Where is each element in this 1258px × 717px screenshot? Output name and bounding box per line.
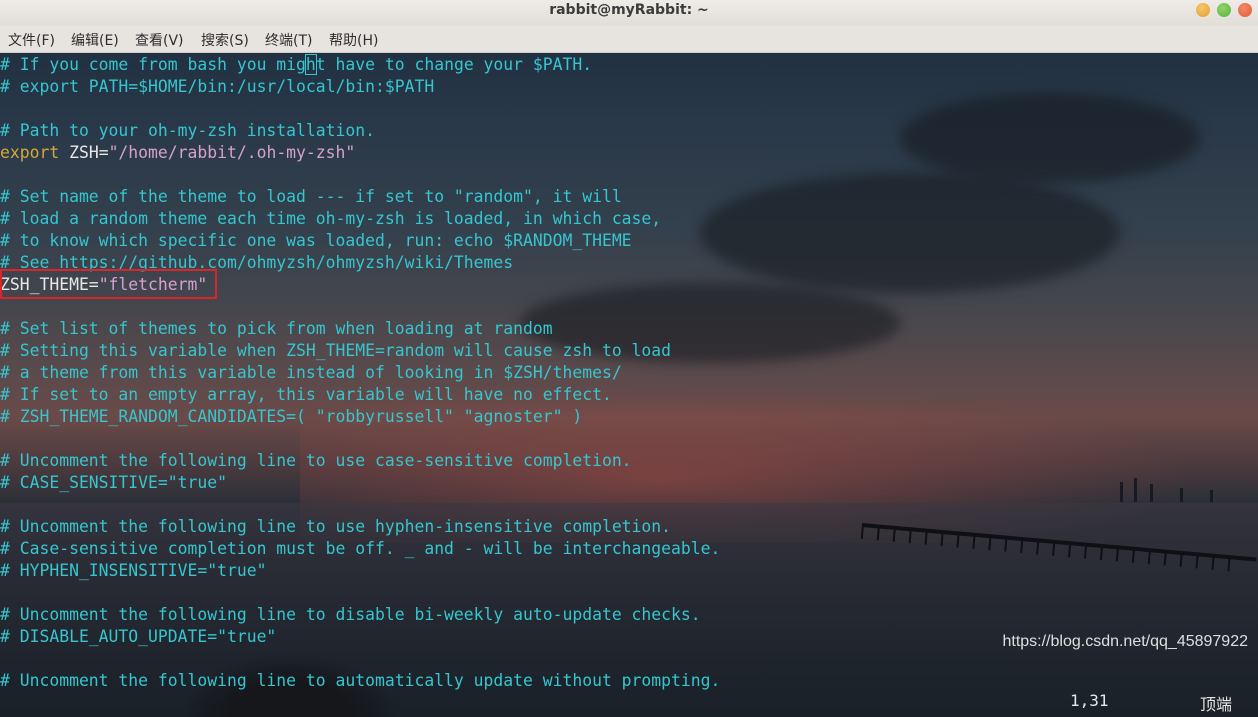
code-line: # Set name of the theme to load --- if s…	[0, 187, 622, 206]
code-line: # Uncomment the following line to automa…	[0, 671, 721, 690]
code-line: # If you come from bash you might have t…	[0, 54, 593, 75]
background-cranes	[1110, 478, 1258, 502]
code-editor[interactable]: # If you come from bash you might have t…	[0, 54, 720, 692]
terminal-area[interactable]: # If you come from bash you might have t…	[0, 53, 1258, 717]
menu-bar: 文件(F) 编辑(E) 查看(V) 搜索(S) 终端(T) 帮助(H)	[0, 26, 1258, 53]
background-cloud	[700, 173, 1120, 293]
code-line: # ZSH_THEME_RANDOM_CANDIDATES=( "robbyru…	[0, 407, 583, 426]
menu-file[interactable]: 文件(F)	[8, 30, 55, 50]
code-line: # Setting this variable when ZSH_THEME=r…	[0, 341, 672, 360]
variable-name: ZSH=	[59, 143, 109, 162]
export-keyword: export	[0, 143, 60, 162]
code-line: # Case-sensitive completion must be off.…	[0, 539, 721, 558]
code-line: # If set to an empty array, this variabl…	[0, 385, 612, 404]
code-line: # Path to your oh-my-zsh installation.	[0, 121, 375, 140]
scroll-location: 顶端	[1200, 695, 1233, 714]
code-line: # Uncomment the following line to use hy…	[0, 517, 672, 536]
code-line: export ZSH="/home/rabbit/.oh-my-zsh"	[0, 142, 720, 164]
close-button[interactable]	[1238, 3, 1252, 17]
background-cloud	[900, 93, 1200, 183]
menu-edit[interactable]: 编辑(E)	[71, 30, 119, 50]
text-cursor: h	[304, 54, 317, 75]
minimize-button[interactable]	[1196, 3, 1210, 17]
menu-search[interactable]: 搜索(S)	[201, 30, 249, 50]
maximize-button[interactable]	[1217, 3, 1231, 17]
menu-help[interactable]: 帮助(H)	[329, 30, 378, 50]
code-line: # Set list of themes to pick from when l…	[0, 319, 553, 338]
string-value: "/home/rabbit/.oh-my-zsh"	[108, 143, 356, 162]
menu-terminal[interactable]: 终端(T)	[265, 30, 312, 50]
cursor-position: 1,31	[1070, 691, 1109, 710]
watermark: https://blog.csdn.net/qq_45897922	[1002, 633, 1248, 650]
code-line: # to know which specific one was loaded,…	[0, 231, 632, 250]
menu-view[interactable]: 查看(V)	[135, 30, 184, 50]
code-line: # a theme from this variable instead of …	[0, 363, 622, 382]
title-bar: rabbit@myRabbit: ~	[0, 0, 1258, 26]
code-line: # load a random theme each time oh-my-zs…	[0, 209, 662, 228]
code-line: # CASE_SENSITIVE="true"	[0, 473, 227, 492]
code-line: # export PATH=$HOME/bin:/usr/local/bin:$…	[0, 77, 435, 96]
code-line: # Uncomment the following line to use ca…	[0, 451, 632, 470]
code-line: # Uncomment the following line to disabl…	[0, 605, 701, 624]
window-title: rabbit@myRabbit: ~	[549, 2, 709, 18]
code-line: # HYPHEN_INSENSITIVE="true"	[0, 561, 267, 580]
highlight-box	[0, 269, 217, 299]
code-line: # DISABLE_AUTO_UPDATE="true"	[0, 627, 277, 646]
